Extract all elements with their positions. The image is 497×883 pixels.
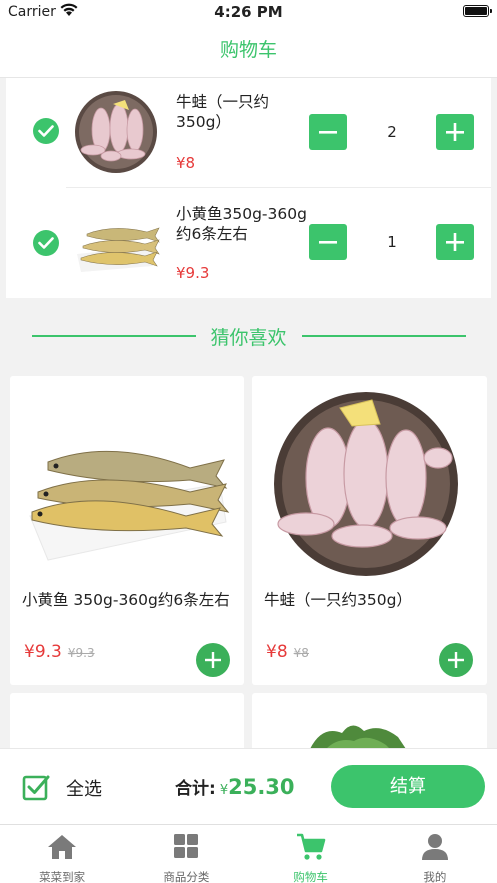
product-name: 小黄鱼 350g-360g约6条左右 (22, 591, 230, 609)
total-summary: 合计: ¥25.30 (175, 774, 295, 799)
yellow-croaker-image (77, 227, 160, 272)
original-price: ¥8 (293, 646, 309, 660)
cart-list: 牛蛙（一只约350g） ¥8 2 小黄鱼350g-360g约6条左右 ¥9.3 (6, 78, 491, 298)
tab-categories[interactable]: 商品分类 (124, 825, 248, 883)
product-card[interactable]: 牛蛙（一只约350g） ¥8 ¥8 (252, 376, 487, 685)
checkbox-icon (22, 775, 50, 801)
product-card[interactable]: 小黄鱼 350g-360g约6条左右 ¥9.3 ¥9.3 (10, 376, 244, 685)
grid-icon (174, 834, 199, 858)
tab-home[interactable]: 菜菜到家 (0, 825, 124, 883)
add-to-cart-button[interactable] (196, 643, 230, 677)
page-title: 购物车 (219, 39, 277, 61)
item-price: ¥8 (176, 154, 196, 172)
item-price: ¥9.3 (176, 264, 210, 282)
product-name: 牛蛙（一只约350g） (264, 591, 412, 609)
original-price: ¥9.3 (67, 646, 95, 660)
tab-cart[interactable]: 购物车 (249, 825, 373, 883)
item-checkbox[interactable] (33, 230, 59, 256)
home-icon (48, 835, 77, 859)
tab-label: 商品分类 (163, 870, 210, 883)
bullfrog-image (75, 91, 157, 173)
total-amount: 25.30 (228, 775, 295, 799)
increase-quantity-button[interactable] (436, 224, 474, 260)
yellow-croaker-image (29, 450, 230, 561)
select-all-label: 全选 (66, 779, 102, 800)
add-to-cart-button[interactable] (439, 643, 473, 677)
total-label: 合计: (175, 779, 216, 799)
decrease-quantity-button[interactable] (309, 114, 347, 150)
tab-label: 菜菜到家 (39, 870, 86, 883)
battery-icon (463, 5, 492, 17)
item-name: 小黄鱼350g-360g约6条左右 (176, 205, 307, 243)
currency-symbol: ¥ (219, 783, 229, 798)
divider (302, 335, 466, 337)
quantity-value: 1 (387, 233, 397, 251)
tab-bar: 菜菜到家 商品分类 购物车 我的 (0, 824, 497, 883)
item-name: 牛蛙（一只约350g） (176, 93, 270, 131)
checkout-button[interactable]: 结算 (331, 765, 485, 808)
clock: 4:26 PM (214, 3, 283, 21)
tab-label: 我的 (423, 870, 447, 883)
product-card[interactable] (252, 693, 487, 753)
recommend-header: 猜你喜欢 (0, 318, 497, 354)
product-card[interactable] (10, 693, 244, 753)
vegetable-image (310, 725, 406, 749)
cart-item: 牛蛙（一只约350g） ¥8 2 (6, 78, 491, 188)
quantity-value: 2 (387, 123, 397, 141)
cart-icon (296, 833, 325, 860)
product-price: ¥9.3 ¥9.3 (24, 642, 95, 662)
bullfrog-image (274, 392, 458, 576)
person-icon (421, 834, 448, 860)
recommend-title: 猜你喜欢 (210, 327, 287, 349)
cart-item: 小黄鱼350g-360g约6条左右 ¥9.3 1 (6, 188, 491, 298)
current-price: ¥9.3 (24, 642, 62, 662)
checkout-bar: 全选 合计: ¥25.30 结算 (0, 748, 497, 824)
status-bar: Carrier 4:26 PM (0, 0, 497, 24)
item-checkbox[interactable] (33, 118, 59, 144)
product-price: ¥8 ¥8 (266, 642, 309, 662)
decrease-quantity-button[interactable] (309, 224, 347, 260)
current-price: ¥8 (266, 642, 288, 662)
tab-profile[interactable]: 我的 (373, 825, 497, 883)
tab-label: 购物车 (293, 870, 328, 883)
increase-quantity-button[interactable] (436, 114, 474, 150)
nav-bar: 购物车 (0, 24, 497, 78)
